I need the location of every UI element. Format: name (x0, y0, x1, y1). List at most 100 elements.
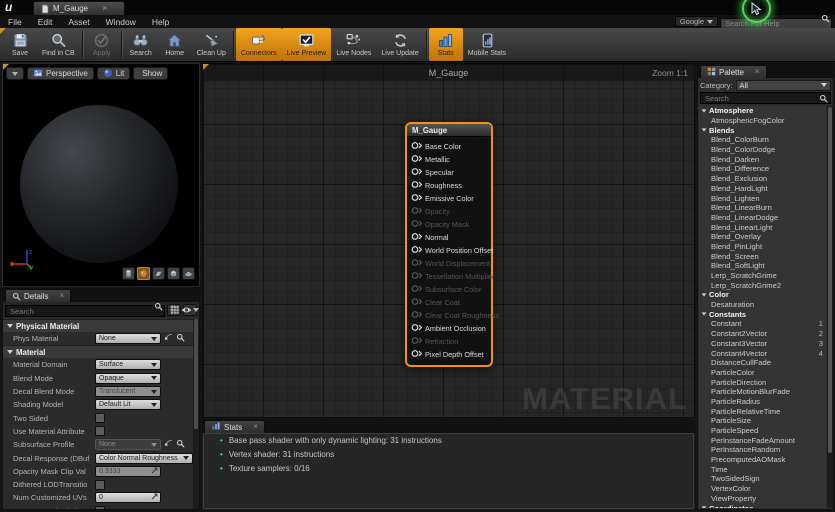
viewport-mode-button[interactable]: Perspective (27, 67, 94, 80)
palette-search[interactable]: Search (700, 92, 831, 104)
palette-item[interactable]: Blend_ColorBurn (699, 135, 826, 145)
palette-item[interactable]: Blend_Overlay (699, 232, 826, 242)
node-input-pin[interactable]: Clear Coat (407, 296, 491, 309)
property-spinner[interactable]: 0.3333 (95, 465, 161, 477)
preview-shape-button[interactable] (122, 267, 135, 280)
palette-item[interactable]: Blend_PinLight (699, 242, 826, 252)
palette-item[interactable]: Blend_HardLight (699, 184, 826, 194)
menu-item[interactable]: Asset (60, 17, 97, 27)
toolbar-button[interactable]: Stats (428, 28, 463, 61)
node-input-pin[interactable]: Emissive Color (407, 192, 491, 205)
viewport-mode-button[interactable]: Lit (96, 67, 131, 80)
palette-item[interactable]: Blend_ColorDodge (699, 145, 826, 155)
toolbar-button[interactable]: Live Preview (281, 28, 332, 61)
palette-item[interactable]: ParticleMotionBlurFade (699, 387, 826, 397)
node-input-pin[interactable]: Specular (407, 166, 491, 179)
property-dropdown[interactable]: None (95, 333, 161, 345)
palette-item[interactable]: Blend_Difference (699, 164, 826, 174)
palette-item[interactable]: ParticleDirection (699, 377, 826, 387)
toolbar-button[interactable]: Apply (85, 28, 119, 61)
tab-palette[interactable]: Palette × (700, 65, 767, 78)
toolbar-button[interactable]: Home (158, 28, 192, 61)
menu-item[interactable]: File (0, 17, 30, 27)
palette-item[interactable]: ParticleRadius (699, 397, 826, 407)
palette-item[interactable]: Blend_Darken (699, 154, 826, 164)
node-title[interactable]: M_Gauge (407, 124, 491, 137)
arrow-left-icon[interactable] (164, 333, 173, 344)
toolbar-button[interactable]: Live Update (376, 28, 423, 61)
palette-item[interactable]: ParticleRelativeTime (699, 406, 826, 416)
toolbar-button[interactable]: Live Nodes (331, 28, 376, 61)
node-input-pin[interactable]: Clear Coat Roughness (407, 309, 499, 322)
node-input-pin[interactable]: Ambient Occlusion (407, 322, 491, 335)
palette-item[interactable]: ParticleSize (699, 416, 826, 426)
browse-magnifier-icon[interactable] (176, 439, 185, 450)
details-section-header[interactable]: Material (3, 345, 193, 359)
palette-item[interactable]: DistanceCullFade (699, 358, 826, 368)
property-matrix-button[interactable] (167, 303, 181, 316)
toolbar-button[interactable]: Find in CB (37, 28, 80, 61)
material-result-node[interactable]: M_Gauge Base Color Metallic Specular Rou… (405, 122, 499, 367)
palette-item[interactable]: Blend_Screen (699, 251, 826, 261)
property-dropdown[interactable]: Translucent (95, 386, 161, 398)
palette-item[interactable]: Desaturation (699, 300, 826, 310)
search-engine-dropdown[interactable]: Google (674, 16, 718, 27)
palette-item[interactable]: Constant4Vector 4 (699, 348, 826, 358)
palette-item[interactable]: Blend_LinearDodge (699, 213, 826, 223)
property-checkbox[interactable] (95, 479, 105, 490)
node-input-pin[interactable]: Tessellation Multiplier (407, 270, 494, 283)
toolbar-button[interactable]: Search (124, 28, 158, 61)
preview-viewport[interactable]: Perspective Lit Show z y (2, 63, 200, 287)
node-input-pin[interactable]: Opacity (407, 205, 491, 218)
palette-item[interactable]: ParticleColor (699, 368, 826, 378)
node-input-pin[interactable]: World Displacement (407, 257, 491, 270)
property-dropdown[interactable]: Default Lit (95, 399, 161, 411)
palette-item[interactable]: VertexColor (699, 484, 826, 494)
preview-shape-button[interactable] (182, 267, 195, 280)
palette-item[interactable]: PerInstanceFadeAmount (699, 435, 826, 445)
node-input-pin[interactable]: Normal (407, 231, 491, 244)
view-options-button[interactable] (181, 303, 199, 316)
toolbar-button[interactable]: Clean Up (192, 28, 231, 61)
material-graph-canvas[interactable]: M_Gauge Zoom 1:1 MATERIAL M_Gauge Base C… (202, 63, 695, 418)
palette-item[interactable]: Constant3Vector 3 (699, 339, 826, 349)
tab-stats[interactable]: Stats × (204, 420, 265, 433)
node-input-pin[interactable]: Metallic (407, 153, 491, 166)
toolbar-button[interactable]: Connectors (235, 28, 282, 61)
palette-section-header[interactable]: Atmosphere (699, 106, 826, 116)
node-input-pin[interactable]: Opacity Mask (407, 218, 491, 231)
details-search-input[interactable] (5, 305, 165, 317)
browse-magnifier-icon[interactable] (176, 333, 185, 344)
property-spinner[interactable]: 0 (95, 492, 161, 504)
palette-item[interactable]: Constant 1 (699, 319, 826, 329)
palette-scrollbar[interactable] (827, 106, 833, 508)
viewport-mode-button[interactable]: Show (133, 67, 169, 80)
preview-shape-button[interactable] (167, 267, 180, 280)
property-dropdown[interactable]: None (95, 439, 161, 451)
property-dropdown[interactable]: Surface (95, 359, 161, 371)
menu-item[interactable]: Edit (30, 17, 61, 27)
palette-item[interactable]: Blend_Exclusion (699, 174, 826, 184)
palette-item[interactable]: Blend_LinearBurn (699, 203, 826, 213)
node-input-pin[interactable]: Pixel Depth Offset (407, 348, 491, 361)
details-section-header[interactable]: Physical Material (3, 319, 193, 332)
palette-item[interactable]: Time (699, 464, 826, 474)
palette-item[interactable]: Blend_Lighten (699, 193, 826, 203)
palette-item[interactable]: Blend_LinearLight (699, 222, 826, 232)
palette-item[interactable]: ViewProperty (699, 494, 826, 504)
palette-section-header[interactable]: Coordinates (699, 503, 826, 508)
palette-item[interactable]: AtmosphericFogColor (699, 116, 826, 126)
palette-item[interactable]: Lerp_ScratchGrime2 (699, 280, 826, 290)
close-icon[interactable]: × (253, 423, 258, 431)
menu-item[interactable]: Help (144, 17, 177, 27)
menu-item[interactable]: Window (98, 17, 144, 27)
node-input-pin[interactable]: Subsurface Color (407, 283, 491, 296)
preview-shape-button[interactable] (152, 267, 165, 280)
category-dropdown[interactable]: All (735, 79, 831, 91)
arrow-left-icon[interactable] (164, 439, 173, 450)
palette-item[interactable]: Blend_SoftLight (699, 261, 826, 271)
palette-item[interactable]: Lerp_ScratchGrime (699, 271, 826, 281)
preview-shape-button[interactable] (137, 267, 150, 280)
close-icon[interactable]: × (755, 68, 760, 76)
property-checkbox[interactable] (95, 426, 105, 437)
